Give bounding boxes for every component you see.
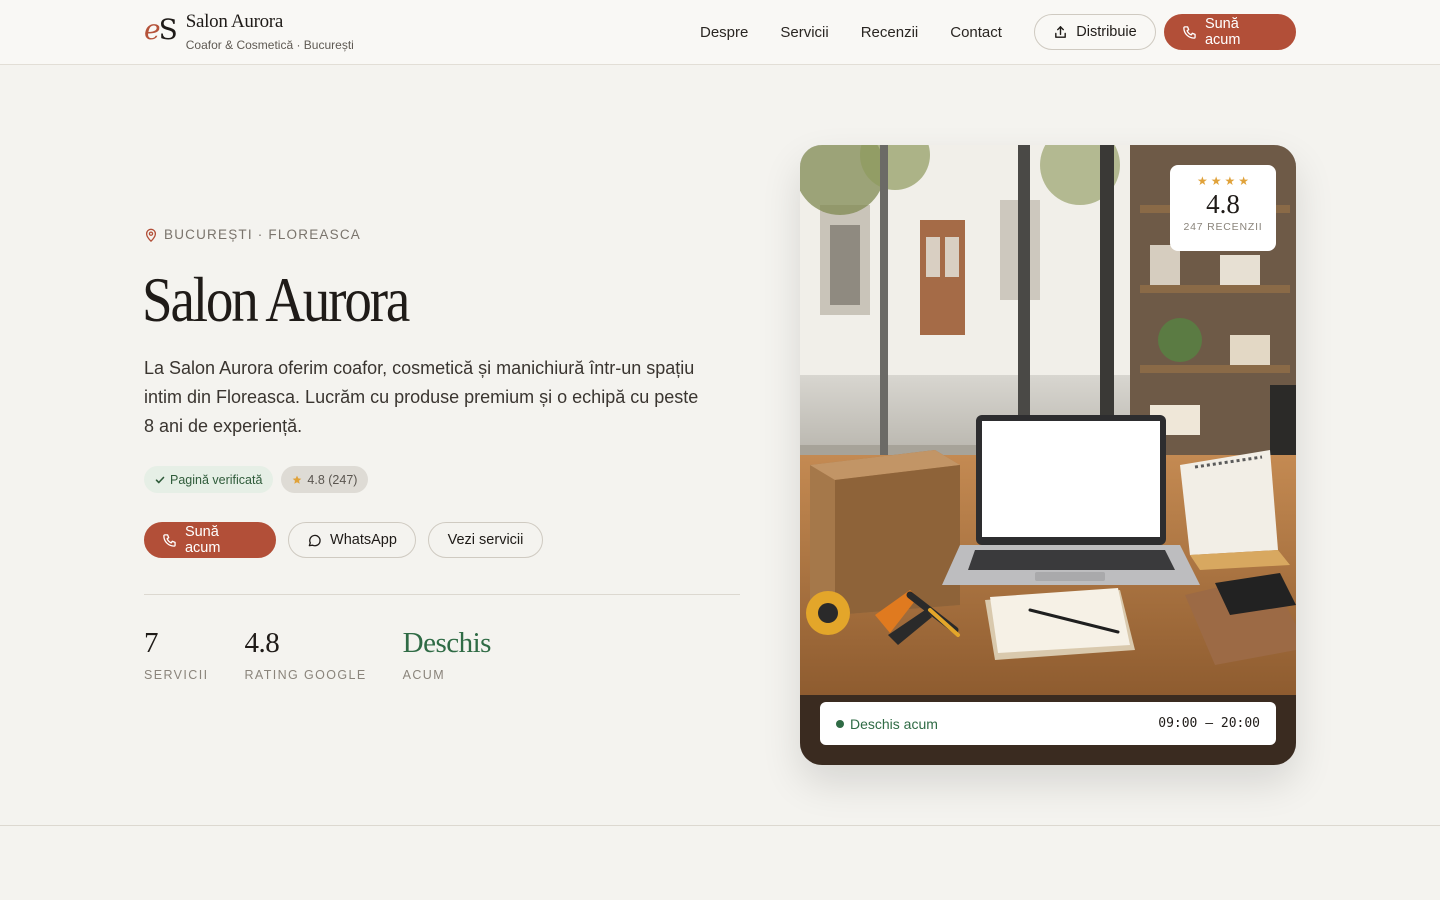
- rating-card: ★ ★ ★ ★ 4.8 247 RECENZII: [1170, 165, 1276, 251]
- divider: [144, 594, 740, 595]
- stat-rating-value: 4.8: [244, 627, 280, 659]
- stat-services-value: 7: [144, 627, 159, 659]
- verified-badge: Pagină verificată: [144, 466, 274, 493]
- star-icon: [293, 475, 302, 484]
- nav-link-recenzii[interactable]: Recenzii: [861, 24, 919, 41]
- star-icon: ★: [1196, 174, 1208, 188]
- chat-bubble-icon: [308, 534, 321, 546]
- header-call-label: Sună acum: [1204, 16, 1241, 48]
- stat-services: 7 SERVICII: [144, 624, 208, 682]
- brand-text: Salon Aurora Coafor & Cosmetică · Bucure…: [185, 11, 354, 53]
- stat-open-value: Deschis: [402, 627, 492, 659]
- brand-name: Salon Aurora: [185, 11, 284, 32]
- section-divider: [0, 825, 1440, 826]
- phone-icon: [1183, 25, 1196, 39]
- brand-logo: eS: [144, 12, 178, 48]
- stat-open-label: ACUM: [402, 668, 446, 682]
- share-icon: [1055, 25, 1067, 38]
- hero-actions: Sună acum WhatsApp Vezi servicii: [144, 522, 543, 558]
- site-header: eS Salon Aurora Coafor & Cosmetică · Buc…: [0, 0, 1440, 65]
- stat-services-label: SERVICII: [144, 668, 209, 682]
- open-status: Deschis acum: [836, 716, 938, 732]
- verified-badge-label: Pagină verificată: [170, 472, 263, 487]
- open-status-text: Deschis acum: [850, 715, 938, 732]
- rating-badge: 4.8 (247): [281, 466, 369, 493]
- nav-link-servicii[interactable]: Servicii: [780, 24, 828, 41]
- header-call-button[interactable]: Sună acum: [1164, 14, 1296, 50]
- star-icon: ★: [1224, 174, 1236, 188]
- main-nav: Despre Servicii Recenzii Contact: [700, 24, 1002, 41]
- location-pin-icon: [145, 228, 157, 242]
- view-services-button[interactable]: Vezi servicii: [428, 522, 543, 558]
- location-label: BUCUREȘTI · FLOREASCA: [144, 227, 361, 242]
- brand-subtitle: Coafor & Cosmetică · București: [185, 38, 354, 52]
- share-button-label: Distribuie: [1076, 24, 1137, 40]
- stat-open: Deschis ACUM: [402, 624, 492, 682]
- share-button[interactable]: Distribuie: [1034, 14, 1156, 50]
- rating-count: 247 RECENZII: [1183, 221, 1263, 233]
- view-services-label: Vezi servicii: [447, 532, 524, 548]
- opening-status-bar: Deschis acum 09:00 — 20:00: [820, 702, 1276, 745]
- stats: 7 SERVICII 4.8 RATING GOOGLE Deschis ACU…: [144, 624, 491, 682]
- opening-hours: 09:00 — 20:00: [1158, 716, 1260, 731]
- whatsapp-label: WhatsApp: [330, 532, 397, 548]
- hero-description: La Salon Aurora oferim coafor, cosmetică…: [144, 358, 699, 436]
- rating-stars: ★ ★ ★ ★: [1170, 175, 1276, 187]
- star-icon: ★: [1238, 174, 1250, 188]
- hero-call-button[interactable]: Sună acum: [144, 522, 276, 558]
- phone-icon: [163, 533, 176, 547]
- nav-link-contact[interactable]: Contact: [950, 24, 1002, 41]
- rating-value: 4.8: [1206, 189, 1240, 219]
- badges: Pagină verificată 4.8 (247): [144, 466, 369, 493]
- check-icon: [155, 476, 165, 483]
- hero-call-label: Sună acum: [184, 524, 221, 556]
- status-dot-icon: [836, 719, 844, 728]
- stat-rating: 4.8 RATING GOOGLE: [244, 624, 366, 682]
- location-text: BUCUREȘTI · FLOREASCA: [164, 227, 361, 242]
- rating-badge-label: 4.8 (247): [307, 472, 358, 487]
- stat-rating-label: RATING GOOGLE: [244, 668, 367, 682]
- logo-letter-s: S: [158, 13, 178, 46]
- nav-link-despre[interactable]: Despre: [700, 24, 748, 41]
- whatsapp-button[interactable]: WhatsApp: [288, 522, 416, 558]
- page-title: Salon Aurora: [142, 264, 410, 335]
- brand[interactable]: eS Salon Aurora Coafor & Cosmetică · Buc…: [144, 11, 354, 53]
- logo-letter-e: e: [144, 13, 161, 46]
- hero-photo-card: ★ ★ ★ ★ 4.8 247 RECENZII Deschis acum 09…: [800, 145, 1296, 765]
- star-icon: ★: [1210, 174, 1222, 188]
